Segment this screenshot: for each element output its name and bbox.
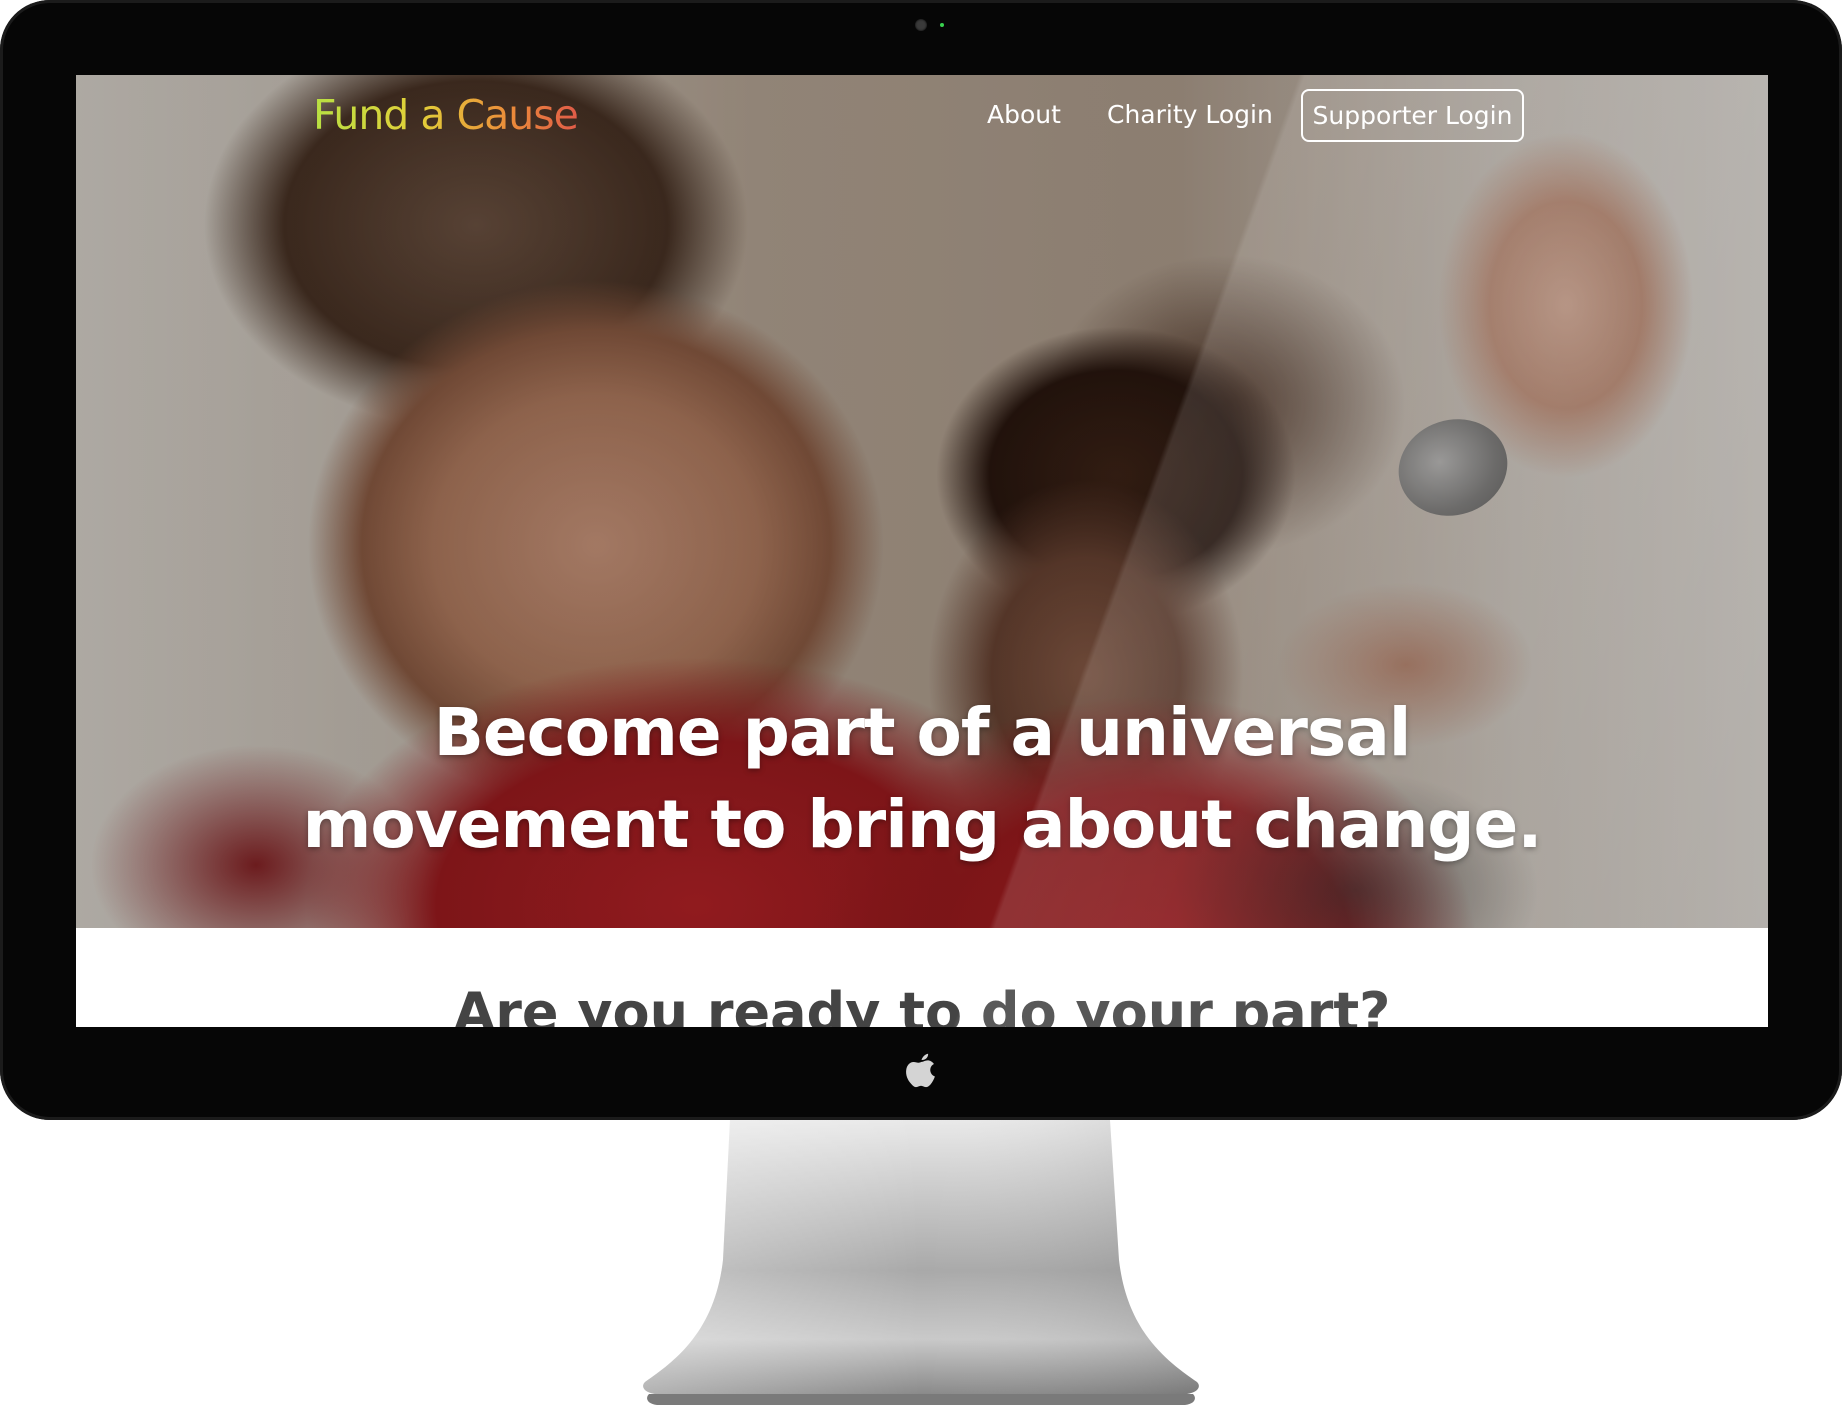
imac-mockup: Fund a Cause About Charity Login Support… <box>0 0 1842 1407</box>
camera-icon <box>915 19 927 31</box>
nav-link-charity-login[interactable]: Charity Login <box>1107 99 1273 131</box>
hero-headline-line-2: movement to bring about change. <box>302 786 1543 863</box>
section-heading: Are you ready to do your part? <box>453 981 1391 1027</box>
hero-section: Fund a Cause About Charity Login Support… <box>76 75 1768 928</box>
coin-image <box>1386 405 1520 530</box>
brand-logo[interactable]: Fund a Cause <box>313 91 579 139</box>
hero-headline: Become part of a universal movement to b… <box>276 687 1568 871</box>
monitor-stand <box>643 1120 1199 1405</box>
apple-icon <box>906 1053 935 1088</box>
nav-link-about[interactable]: About <box>987 99 1061 131</box>
screen: Fund a Cause About Charity Login Support… <box>76 75 1768 1027</box>
navbar: Fund a Cause About Charity Login Support… <box>76 75 1768 155</box>
monitor-bezel: Fund a Cause About Charity Login Support… <box>0 0 1842 1120</box>
camera-led-icon <box>940 23 944 27</box>
supporter-login-button[interactable]: Supporter Login <box>1301 89 1524 142</box>
hero-headline-line-1: Become part of a universal <box>433 694 1412 771</box>
